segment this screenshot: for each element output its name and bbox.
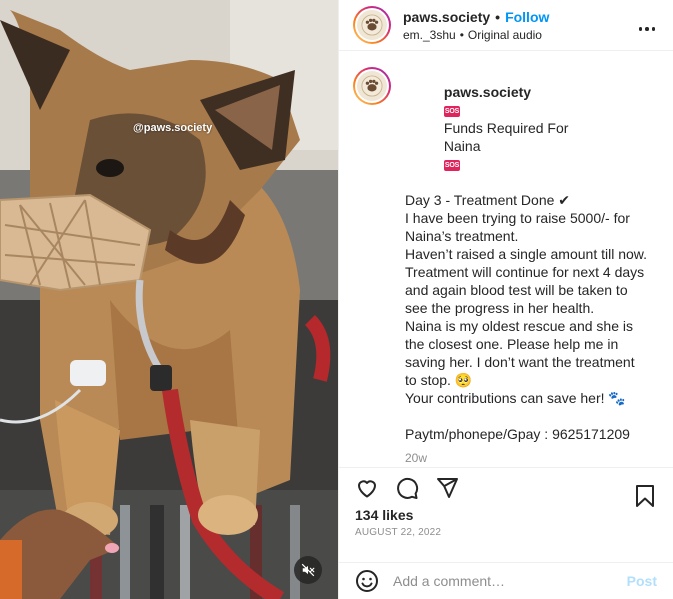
audio-label[interactable]: Original audio [468, 28, 542, 42]
comment-input[interactable] [393, 572, 627, 589]
more-options-icon [638, 27, 642, 31]
dog-photo [0, 0, 338, 599]
post-side-panel: paws.society • Follow em._3shu • Origina… [338, 0, 673, 599]
caption-username[interactable]: paws.society [444, 84, 531, 100]
like-button[interactable] [355, 476, 379, 500]
caption-text: paws.society SOS Funds Required For Nain… [405, 65, 650, 467]
audio-separator: • [459, 27, 464, 42]
separator-dot: • [495, 8, 501, 25]
comment-button[interactable] [395, 476, 419, 500]
sos-badge-2: SOS [443, 160, 461, 172]
sos-badge: SOS [443, 106, 461, 118]
emoji-icon [356, 569, 378, 592]
caption-age[interactable]: 20w [405, 449, 650, 467]
likes-count[interactable]: 134 likes [339, 507, 673, 523]
heart-icon [358, 480, 376, 498]
avatar[interactable] [353, 6, 391, 45]
audio-user[interactable]: em._3shu [403, 28, 456, 42]
save-button[interactable] [634, 484, 656, 508]
instagram-post: @paws.society paws.society • Follow em._… [0, 0, 673, 599]
follow-button[interactable]: Follow [505, 9, 549, 25]
paw-logo-icon [361, 75, 383, 97]
post-date[interactable]: AUGUST 22, 2022 [339, 523, 673, 541]
bookmark-icon [636, 485, 654, 508]
share-icon [437, 477, 458, 498]
caption-body: Day 3 - Treatment Done ✔ I have been try… [405, 192, 648, 443]
mute-button[interactable] [294, 556, 322, 584]
muted-speaker-icon [301, 563, 315, 577]
caption-avatar[interactable] [353, 67, 391, 106]
photo-watermark: @paws.society [133, 122, 213, 134]
post-comment-button[interactable]: Post [627, 573, 657, 589]
comment-icon [397, 477, 419, 499]
caption-headline-name: Naina [443, 138, 481, 155]
action-bar [339, 467, 673, 508]
share-button[interactable] [435, 476, 459, 500]
post-media[interactable]: @paws.society [0, 0, 338, 599]
caption-headline: Funds Required For [443, 120, 569, 137]
post-header: paws.society • Follow em._3shu • Origina… [339, 0, 673, 52]
more-options-button[interactable] [638, 27, 655, 31]
emoji-button[interactable] [355, 569, 379, 593]
header-username[interactable]: paws.society [403, 9, 490, 25]
comment-bar: Post [339, 561, 673, 599]
paw-logo-icon [361, 14, 383, 36]
caption-block: paws.society SOS Funds Required For Nain… [339, 51, 673, 467]
